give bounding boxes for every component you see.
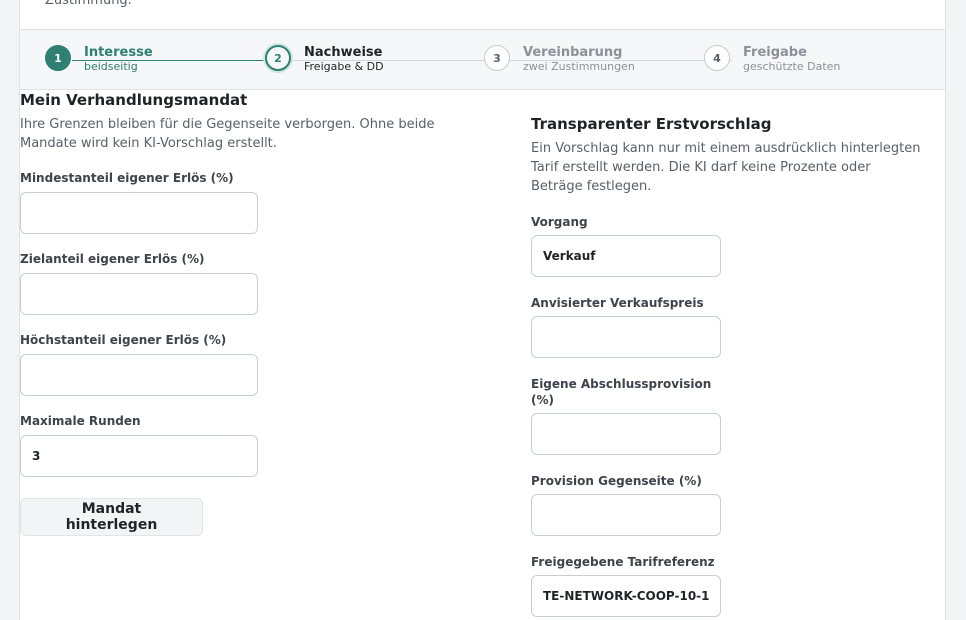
tariff-reference-label: Freigegebene Tarifreferenz [531, 555, 715, 569]
step-number-badge: 3 [484, 45, 510, 71]
step-title: Interesse [84, 45, 153, 60]
step-subtitle: zwei Zustimmungen [523, 60, 635, 73]
mandate-title: Mein Verhandlungsmandat [20, 91, 248, 109]
previous-section-note: Zustimmung. [45, 0, 132, 8]
submit-mandate-button[interactable]: Mandat hinterlegen [20, 498, 203, 536]
own-commission-input[interactable] [531, 413, 721, 455]
step-number-badge: 4 [704, 45, 730, 71]
max-rounds-label: Maximale Runden [20, 414, 141, 428]
proposal-description: Ein Vorschlag kann nur mit einem ausdrüc… [531, 141, 921, 194]
step-title: Nachweise [304, 45, 383, 60]
other-commission-label: Provision Gegenseite (%) [531, 474, 702, 488]
step-subtitle: Freigabe & DD [304, 60, 384, 73]
proposal-title: Transparenter Erstvorschlag [531, 115, 772, 133]
step-title: Freigabe [743, 45, 807, 60]
progress-stepper: 1 Interesse beidseitig 2 Nachweise Freig… [19, 30, 946, 90]
step-subtitle: geschützte Daten [743, 60, 841, 73]
own-commission-label: Eigene Abschlussprovision (%) [531, 377, 712, 407]
max-share-label: Höchstanteil eigener Erlös (%) [20, 333, 227, 347]
target-share-input[interactable] [20, 273, 258, 315]
max-share-input[interactable] [20, 354, 258, 396]
mandate-description: Ihre Grenzen bleiben für die Gegenseite … [20, 117, 435, 151]
other-commission-input[interactable] [531, 494, 721, 536]
negotiation-panel: Mein Verhandlungsmandat Ihre Grenzen ble… [19, 90, 946, 620]
max-rounds-input[interactable] [20, 435, 258, 477]
previous-section-card: Zustimmung. [19, 0, 946, 30]
process-label: Vorgang [531, 215, 588, 229]
target-price-label: Anvisierter Verkaufspreis [531, 296, 704, 310]
tariff-reference-input[interactable] [531, 575, 721, 617]
target-share-label: Zielanteil eigener Erlös (%) [20, 252, 205, 266]
step-title: Vereinbarung [523, 45, 623, 60]
step-number-badge: 2 [265, 45, 291, 71]
process-input[interactable] [531, 235, 721, 277]
step-subtitle: beidseitig [84, 60, 138, 73]
step-number-badge: 1 [45, 45, 71, 71]
target-price-input[interactable] [531, 316, 721, 358]
min-share-label: Mindestanteil eigener Erlös (%) [20, 171, 234, 185]
page: Zustimmung. 1 Interesse beidseitig 2 Nac… [0, 0, 966, 620]
min-share-input[interactable] [20, 192, 258, 234]
